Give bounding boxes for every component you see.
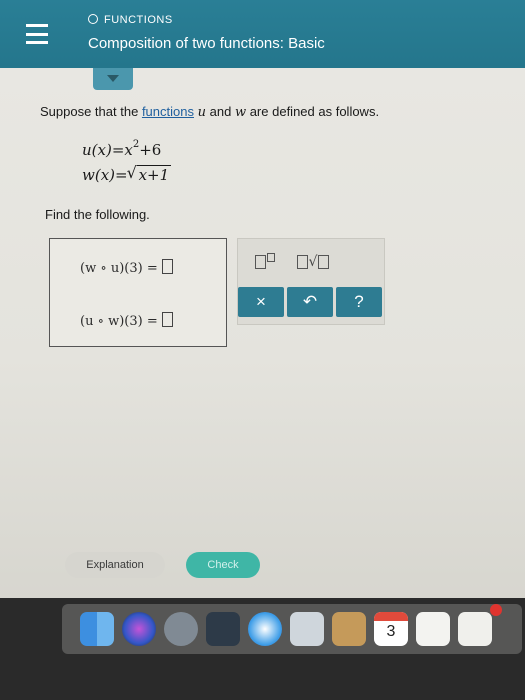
function-w-definition: w(x)= x+1: [82, 163, 172, 184]
help-button[interactable]: ?: [336, 287, 382, 317]
notification-badge: [490, 604, 502, 616]
var-u: u: [197, 105, 206, 120]
siri-icon[interactable]: [122, 612, 156, 646]
notes-icon[interactable]: [332, 612, 366, 646]
undo-icon: ↶: [302, 292, 318, 311]
mail-icon[interactable]: [290, 612, 324, 646]
calendar-icon[interactable]: 3: [374, 612, 408, 646]
w-def-radicand: x+1: [136, 165, 172, 184]
function-u-definition: u(x)=x2+6: [82, 139, 162, 159]
u-def-exponent: 2: [132, 139, 140, 150]
topic-category[interactable]: FUNCTIONS: [88, 14, 173, 26]
check-button[interactable]: Check: [186, 552, 260, 578]
chevron-down-icon[interactable]: [93, 68, 133, 90]
intro-and: and: [209, 104, 232, 119]
answer-row-u-of-w: (u ∘ w)(3) =: [80, 312, 173, 329]
exponent-template-button[interactable]: [244, 252, 286, 272]
undo-button[interactable]: ↶: [287, 287, 333, 317]
reminders-icon[interactable]: [416, 612, 450, 646]
answer-label-u-of-w: (u ∘ w)(3) =: [80, 314, 158, 329]
photos-icon[interactable]: [458, 612, 492, 646]
sqrt-template-button[interactable]: √: [292, 252, 334, 272]
functions-link[interactable]: functions: [142, 104, 194, 119]
u-def-rest: +6: [139, 141, 162, 159]
explanation-button[interactable]: Explanation: [65, 552, 165, 578]
answer-label-w-of-u: (w ∘ u)(3) =: [80, 261, 158, 276]
w-def-lhs: w(x)=: [82, 166, 128, 184]
math-palette: √ × ↶ ?: [237, 238, 385, 325]
calendar-day: 3: [386, 623, 396, 640]
intro-suffix: are defined as follows.: [249, 104, 380, 119]
close-icon: ×: [256, 292, 266, 311]
app-screen: FUNCTIONS Composition of two functions: …: [0, 0, 525, 598]
intro-prefix: Suppose that the: [40, 104, 139, 119]
safari-icon[interactable]: [248, 612, 282, 646]
problem-statement: Suppose that the functions u and w are d…: [40, 104, 379, 120]
answer-input-w-of-u[interactable]: [161, 259, 173, 274]
answer-panel: (w ∘ u)(3) = (u ∘ w)(3) =: [49, 238, 227, 347]
var-w: w: [234, 105, 247, 120]
top-bar: FUNCTIONS Composition of two functions: …: [0, 0, 525, 68]
sqrt-icon: x+1: [127, 163, 172, 184]
topic-title: Composition of two functions: Basic: [88, 35, 325, 52]
finder-icon[interactable]: [80, 612, 114, 646]
help-icon: ?: [354, 292, 364, 311]
clear-button[interactable]: ×: [238, 287, 284, 317]
os-dock: 3: [62, 604, 522, 654]
category-label: FUNCTIONS: [104, 14, 173, 26]
answer-input-u-of-w[interactable]: [161, 312, 173, 327]
find-instruction: Find the following.: [45, 207, 150, 222]
hamburger-menu-icon[interactable]: [26, 24, 48, 44]
u-def-lhs: u(x)=x: [82, 141, 133, 159]
mission-control-icon[interactable]: [206, 612, 240, 646]
answer-row-w-of-u: (w ∘ u)(3) =: [80, 259, 173, 276]
launchpad-icon[interactable]: [164, 612, 198, 646]
ring-icon: [88, 14, 98, 24]
